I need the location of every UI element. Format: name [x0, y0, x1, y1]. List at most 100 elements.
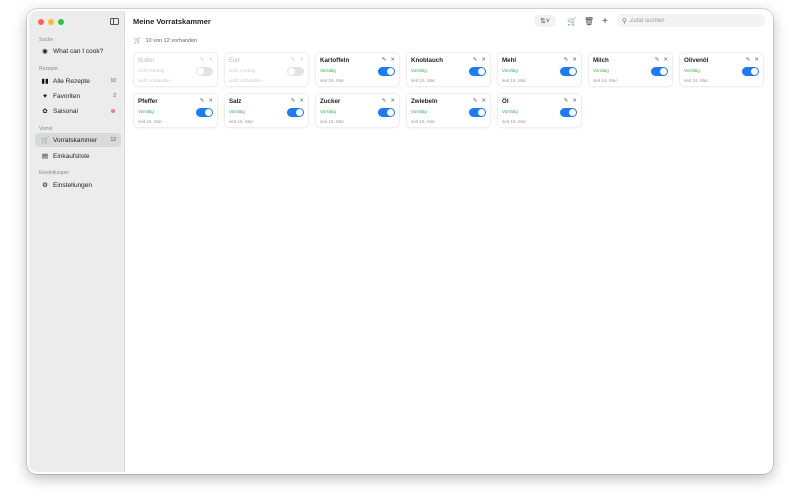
section-header-rezepte: Rezepte: [39, 66, 58, 72]
availability-toggle[interactable]: [651, 67, 668, 76]
close-icon[interactable]: ✕: [754, 57, 759, 63]
plus-icon: +: [602, 15, 608, 27]
ingredient-card[interactable]: Milch ✎ ✕ Vorrätig seit 16. Mar: [588, 52, 673, 87]
sidebar-toggle-icon[interactable]: [110, 18, 119, 25]
ingredient-date: seit 16. Mar: [411, 78, 435, 83]
ingredient-status: Vorrätig: [502, 109, 518, 114]
edit-icon[interactable]: ✎: [746, 57, 751, 63]
count-badge: 10: [110, 78, 116, 84]
close-icon[interactable]: ✕: [299, 98, 304, 104]
close-icon[interactable]: ✕: [481, 57, 486, 63]
ingredient-date: seit 16. Mar: [502, 78, 526, 83]
availability-toggle[interactable]: [196, 67, 213, 76]
ingredient-card[interactable]: Mehl ✎ ✕ Vorrätig seit 16. Mar: [497, 52, 582, 87]
ingredient-name: Mehl: [502, 57, 517, 64]
edit-icon[interactable]: ✎: [291, 98, 296, 104]
availability-toggle[interactable]: [378, 108, 395, 117]
edit-icon[interactable]: ✎: [473, 98, 478, 104]
summary-text: 10 von 12 vorhanden: [145, 37, 198, 44]
count-badge: 2: [113, 93, 116, 99]
ingredient-card[interactable]: Eier ✎ ✕ nicht vorrätig nicht vorhanden: [224, 52, 309, 87]
sidebar-item-saisonal[interactable]: ✿ Saisonal: [35, 104, 121, 118]
edit-icon[interactable]: ✎: [200, 98, 205, 104]
sidebar-item-alle-rezepte[interactable]: ▮▮ Alle Rezepte 10: [35, 74, 121, 88]
ingredient-status: nicht vorrätig: [229, 68, 256, 73]
edit-icon[interactable]: ✎: [382, 98, 387, 104]
sidebar-item-label: What can I cook?: [53, 47, 104, 55]
availability-toggle[interactable]: [287, 67, 304, 76]
close-icon[interactable]: ✕: [299, 57, 304, 63]
ingredient-card[interactable]: Öl ✎ ✕ Vorrätig seit 16. Mar: [497, 93, 582, 128]
add-button[interactable]: +: [599, 15, 611, 27]
ingredient-name: Salz: [229, 98, 242, 105]
ingredient-card[interactable]: Olivenöl ✎ ✕ Vorrätig seit 16. Mar: [679, 52, 764, 87]
availability-toggle[interactable]: [560, 108, 577, 117]
pantry-summary: 🛒 10 von 12 vorhanden: [134, 37, 198, 45]
availability-toggle[interactable]: [469, 67, 486, 76]
ingredient-card[interactable]: Kartoffeln ✎ ✕ Vorrätig seit 16. Mar: [315, 52, 400, 87]
search-input[interactable]: [629, 17, 760, 24]
ingredient-card[interactable]: Zucker ✎ ✕ Vorrätig seit 16. Mar: [315, 93, 400, 128]
sidebar-item-einstellungen[interactable]: ⚙ Einstellungen: [35, 178, 121, 192]
cart-icon: 🛒: [41, 137, 50, 144]
availability-toggle[interactable]: [378, 67, 395, 76]
minimize-window-button[interactable]: [48, 19, 54, 25]
ingredient-card[interactable]: Zwiebeln ✎ ✕ Vorrätig seit 16. Mar: [406, 93, 491, 128]
close-icon[interactable]: ✕: [572, 57, 577, 63]
edit-icon[interactable]: ✎: [200, 57, 205, 63]
search-field[interactable]: ⚲: [617, 14, 765, 27]
close-window-button[interactable]: [38, 19, 44, 25]
close-icon[interactable]: ✕: [481, 98, 486, 104]
ingredient-name: Knoblauch: [411, 57, 443, 64]
ingredient-status: Vorrätig: [320, 68, 336, 73]
edit-icon[interactable]: ✎: [382, 57, 387, 63]
sidebar-item-einkaufsliste[interactable]: ▤ Einkaufsliste: [35, 149, 121, 163]
availability-toggle[interactable]: [287, 108, 304, 117]
ingredient-status: Vorrätig: [320, 109, 336, 114]
sidebar-item-label: Einstellungen: [53, 181, 93, 189]
ingredient-name: Zucker: [320, 98, 341, 105]
edit-icon[interactable]: ✎: [291, 57, 296, 63]
sidebar-item-label: Favoriten: [53, 92, 81, 100]
edit-icon[interactable]: ✎: [564, 98, 569, 104]
close-icon[interactable]: ✕: [208, 57, 213, 63]
availability-toggle[interactable]: [469, 108, 486, 117]
sort-button[interactable]: ⇅˅: [534, 15, 556, 27]
gear-icon: ⚙: [42, 182, 48, 189]
close-icon[interactable]: ✕: [390, 57, 395, 63]
search-icon: ⚲: [622, 17, 627, 25]
close-icon[interactable]: ✕: [572, 98, 577, 104]
leaf-icon: ✿: [42, 108, 48, 115]
sort-icon: ⇅˅: [540, 18, 550, 25]
ingredient-card[interactable]: Knoblauch ✎ ✕ Vorrätig seit 16. Mar: [406, 52, 491, 87]
sidebar-item-favoriten[interactable]: ♥ Favoriten 2: [35, 89, 121, 103]
ingredient-card[interactable]: Butter ✎ ✕ nicht vorrätig nicht vorhanden: [133, 52, 218, 87]
ingredient-date: seit 16. Mar: [684, 78, 708, 83]
sidebar-item-label: Saisonal: [53, 107, 78, 115]
availability-toggle[interactable]: [742, 67, 759, 76]
close-icon[interactable]: ✕: [390, 98, 395, 104]
availability-toggle[interactable]: [196, 108, 213, 117]
shopping-cart-button[interactable]: 🛒: [566, 15, 578, 27]
delete-button[interactable]: 🗑: [583, 15, 595, 27]
ingredient-name: Eier: [229, 57, 241, 64]
page-title: Meine Vorratskammer: [133, 17, 211, 26]
edit-icon[interactable]: ✎: [473, 57, 478, 63]
zoom-window-button[interactable]: [58, 19, 64, 25]
ingredient-card[interactable]: Pfeffer ✎ ✕ Vorrätig seit 16. Mar: [133, 93, 218, 128]
sidebar-item-vorratskammer[interactable]: 🛒 Vorratskammer 12: [35, 133, 121, 147]
window-controls: [38, 19, 64, 25]
ingredient-status: Vorrätig: [229, 109, 245, 114]
sidebar-item-what-can-i-cook[interactable]: ◉ What can I cook?: [35, 44, 121, 58]
edit-icon[interactable]: ✎: [564, 57, 569, 63]
ingredient-card[interactable]: Salz ✎ ✕ Vorrätig seit 16. Mar: [224, 93, 309, 128]
close-icon[interactable]: ✕: [663, 57, 668, 63]
seasonal-indicator: [111, 109, 115, 113]
close-icon[interactable]: ✕: [208, 98, 213, 104]
chef-hat-icon: ◉: [42, 48, 48, 55]
availability-toggle[interactable]: [560, 67, 577, 76]
edit-icon[interactable]: ✎: [655, 57, 660, 63]
ingredient-status: Vorrätig: [593, 68, 609, 73]
ingredient-status: Vorrätig: [502, 68, 518, 73]
ingredient-name: Zwiebeln: [411, 98, 438, 105]
